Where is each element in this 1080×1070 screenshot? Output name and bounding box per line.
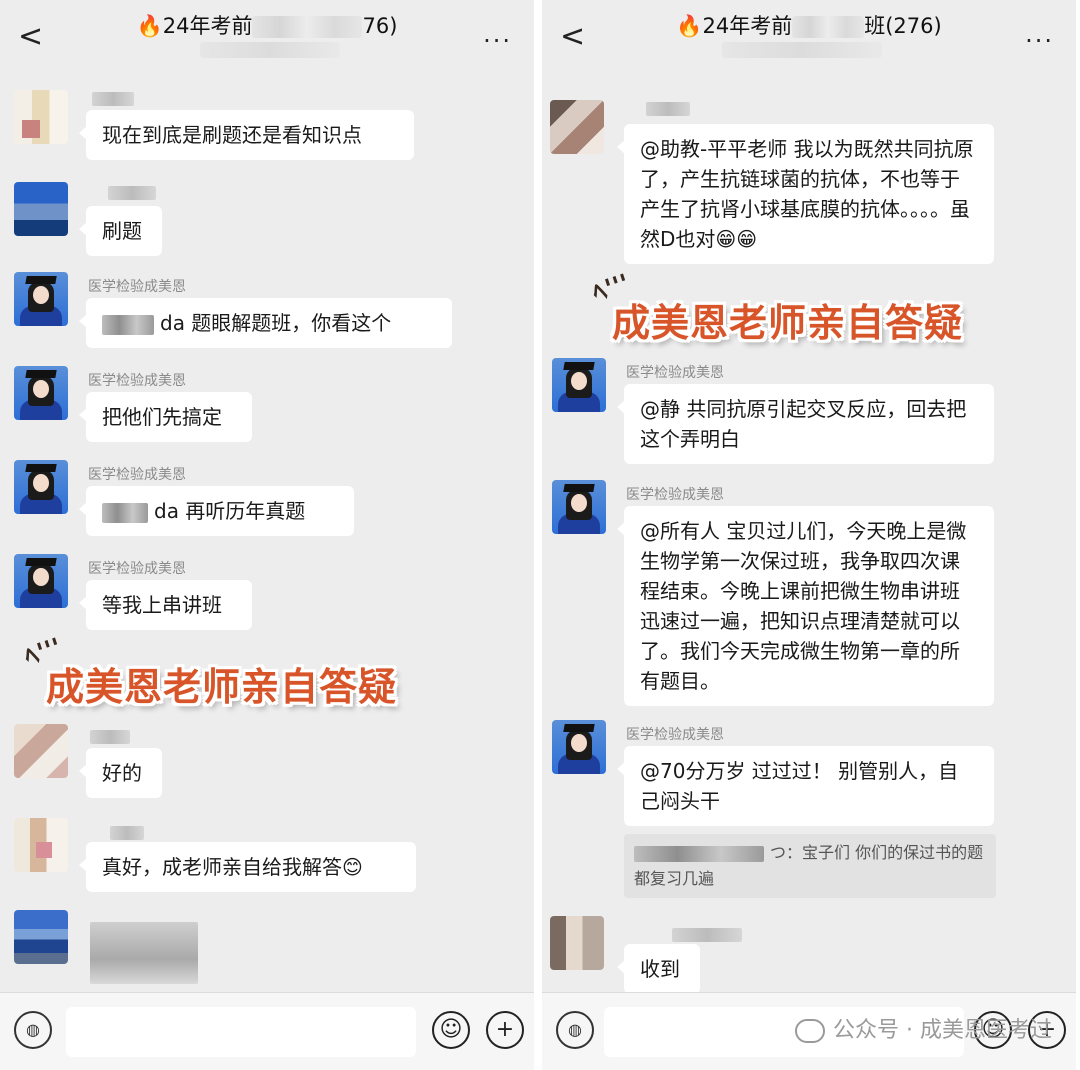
more-options-icon[interactable]: ... [1025, 22, 1054, 46]
message-bubble[interactable]: da 再听历年真题 [79, 486, 354, 536]
message-bubble[interactable]: @70分万岁 过过过！ 别管别人，自己闷头干 [617, 746, 994, 826]
message-bubble[interactable]: 把他们先搞定 [79, 392, 252, 442]
message-bubble[interactable]: 好的 [79, 748, 162, 798]
message-bubble[interactable]: 刷题 [79, 206, 162, 256]
message-text: da 再听历年真题 [154, 499, 306, 523]
avatar[interactable] [14, 182, 68, 236]
message-bubble[interactable]: 等我上串讲班 [79, 580, 252, 630]
sender-name-redacted [110, 826, 144, 840]
fire-icon: 🔥 [136, 14, 163, 38]
chat-header: < 🔥24年考前 76) ... [0, 0, 534, 70]
avatar[interactable] [552, 720, 606, 774]
avatar[interactable] [14, 724, 68, 778]
message-bubble[interactable]: da 题眼解题班，你看这个 [79, 298, 452, 348]
quoted-message[interactable]: つ：宝子们 你们的保过书的题都复习几遍 [624, 834, 996, 898]
mention-redacted [102, 314, 154, 335]
message-bubble[interactable]: 真好，成老师亲自给我解答😊 [79, 842, 416, 892]
avatar[interactable] [14, 910, 68, 964]
mention-redacted [102, 502, 148, 523]
subtitle-redacted [722, 42, 882, 58]
title-redacted [252, 16, 363, 38]
sender-name-redacted [92, 92, 134, 106]
sender-name: 医学检验成美恩 [626, 487, 724, 503]
answer-banner: 成美恩老师亲自答疑 [612, 301, 964, 345]
avatar[interactable] [552, 358, 606, 412]
watermark: 公众号 · 成美恩医考过 [795, 1012, 1052, 1044]
sender-name-redacted [90, 730, 130, 744]
message-bubble[interactable]: @静 共同抗原引起交叉反应，回去把这个弄明白 [617, 384, 994, 464]
sender-name: 医学检验成美恩 [88, 561, 186, 577]
chat-title-prefix: 24年考前 [162, 14, 253, 38]
chat-title-suffix: 76) [362, 14, 398, 38]
sender-name-redacted [108, 186, 156, 200]
avatar[interactable] [14, 90, 68, 144]
voice-icon[interactable]: ◍ [556, 1011, 594, 1049]
chat-title-suffix: 班(276) [864, 14, 942, 38]
wechat-icon [795, 1019, 826, 1043]
avatar[interactable] [14, 272, 68, 326]
chat-screen-right: < 🔥24年考前 班(276) ... @助教-平平老师 我以为既然共同抗原了，产… [542, 0, 1076, 1070]
message-bubble[interactable]: @所有人 宝贝过儿们，今天晚上是微生物学第一次保过班，我争取四次课程结束。今晚上… [617, 506, 994, 706]
quote-author-redacted [634, 845, 764, 862]
voice-icon[interactable]: ◍ [14, 1011, 52, 1049]
more-options-icon[interactable]: ... [483, 22, 512, 46]
chat-screen-left: < 🔥24年考前 76) ... 现在到底是刷题还是看知识点 刷题 医学检验成美恩… [0, 0, 534, 1070]
input-bar: ◍ ☺ + [0, 992, 534, 1070]
subtitle-redacted [200, 42, 340, 58]
avatar[interactable] [550, 100, 604, 154]
message-text: da 题眼解题班，你看这个 [160, 311, 392, 335]
emoji-icon[interactable]: ☺ [432, 1011, 470, 1049]
image-message-preview[interactable] [90, 922, 198, 984]
avatar[interactable] [550, 916, 604, 970]
watermark-text: 公众号 · 成美恩医考过 [833, 1018, 1052, 1043]
chat-header: < 🔥24年考前 班(276) ... [542, 0, 1076, 70]
title-redacted [792, 16, 865, 38]
message-bubble[interactable]: 收到 [617, 944, 700, 994]
sender-name: 医学检验成美恩 [88, 279, 186, 295]
sender-name: 医学检验成美恩 [626, 365, 724, 381]
sender-name-redacted [672, 928, 742, 942]
add-icon[interactable]: + [486, 1011, 524, 1049]
chat-title: 🔥24年考前 76) [0, 10, 534, 40]
chat-title: 🔥24年考前 班(276) [542, 10, 1076, 40]
avatar[interactable] [14, 818, 68, 872]
answer-banner: 成美恩老师亲自答疑 [46, 665, 398, 709]
avatar[interactable] [14, 554, 68, 608]
message-input[interactable] [66, 1007, 416, 1057]
chat-title-prefix: 24年考前 [702, 14, 793, 38]
sender-name: 医学检验成美恩 [88, 373, 186, 389]
avatar[interactable] [14, 460, 68, 514]
sender-name: 医学检验成美恩 [88, 467, 186, 483]
sender-name-redacted [646, 102, 690, 116]
sender-name: 医学检验成美恩 [626, 727, 724, 743]
avatar[interactable] [14, 366, 68, 420]
message-bubble[interactable]: 现在到底是刷题还是看知识点 [79, 110, 414, 160]
avatar[interactable] [552, 480, 606, 534]
fire-icon: 🔥 [676, 14, 703, 38]
message-bubble[interactable]: @助教-平平老师 我以为既然共同抗原了，产生抗链球菌的抗体，不也等于产生了抗肾小… [617, 124, 994, 264]
